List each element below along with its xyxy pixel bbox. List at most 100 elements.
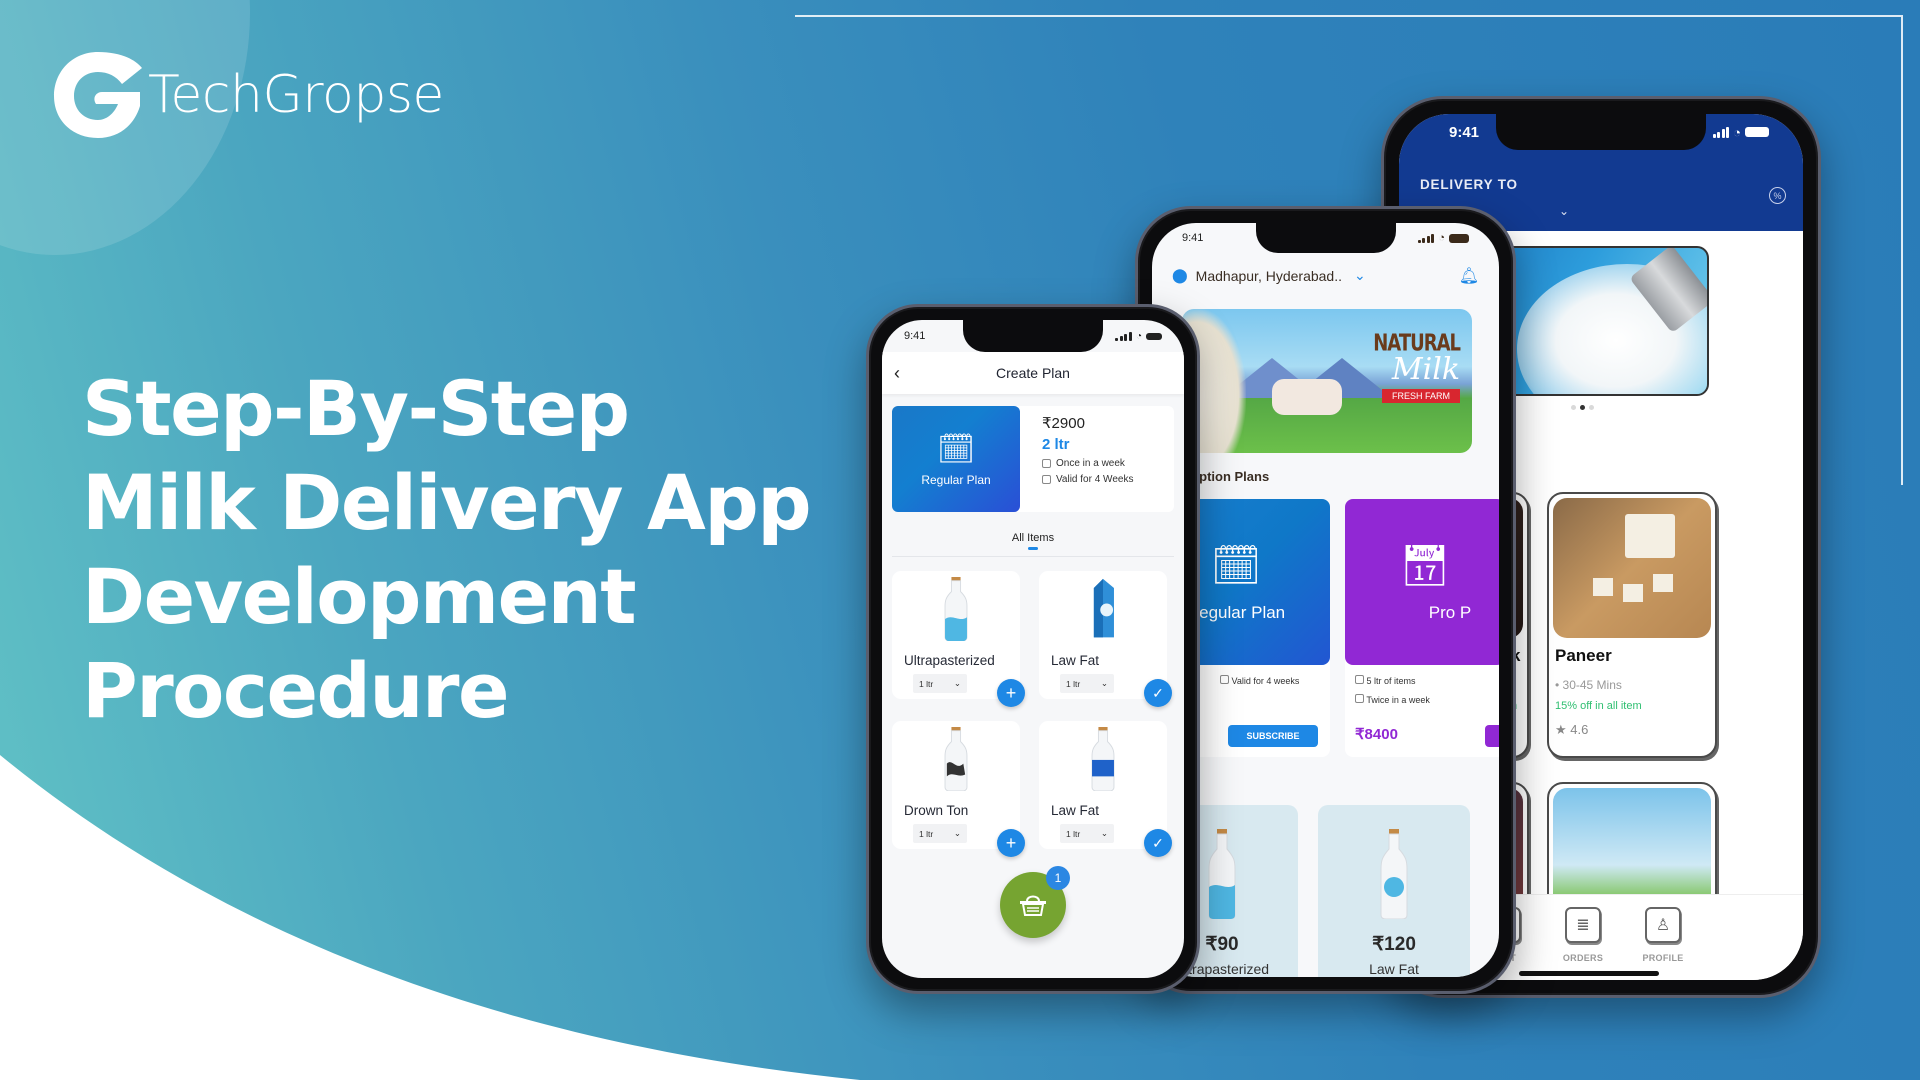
planner-icon: 🗓︎ bbox=[936, 432, 976, 466]
cart-count-badge: 1 bbox=[1046, 866, 1070, 890]
plan-frequency: Once in a week bbox=[1042, 458, 1133, 469]
wifi-icon: ◔ bbox=[1733, 124, 1741, 140]
milk-bottle-icon bbox=[944, 577, 968, 641]
rating-value: 4.6 bbox=[1570, 722, 1589, 737]
milk-bottle-icon bbox=[1091, 727, 1115, 791]
home-indicator bbox=[1519, 971, 1659, 976]
wifi-icon: ◔ bbox=[1438, 232, 1445, 244]
location-pin-icon: ⬤ bbox=[1172, 267, 1188, 283]
address-dropdown-chevron-icon[interactable]: ⌄ bbox=[1559, 204, 1569, 218]
banner-title: NATURAL bbox=[1373, 329, 1461, 358]
phone-notch bbox=[1255, 223, 1396, 253]
plan-name: Regular Plan bbox=[1186, 602, 1286, 622]
check-icon: ✓ bbox=[1152, 684, 1164, 701]
milk-bottle-icon bbox=[1208, 829, 1236, 919]
selected-plan-card[interactable]: 🗓︎ Regular Plan ₹2900 2 ltr Once in a we… bbox=[892, 406, 1174, 512]
subscribe-button[interactable]: SUBSCRIBE bbox=[1228, 725, 1318, 747]
plan-detail: Twice in a week bbox=[1355, 694, 1495, 705]
calendar-icon bbox=[1220, 675, 1229, 684]
nav-profile[interactable]: ♙ PROFILE bbox=[1633, 907, 1693, 963]
quantity-dropdown[interactable]: 1 ltr ⌄ bbox=[1060, 824, 1114, 843]
headline-line: Procedure bbox=[82, 646, 510, 735]
battery-icon bbox=[1745, 127, 1769, 137]
card-image-paneer bbox=[1553, 498, 1711, 638]
card-rating: ★ 4.6 bbox=[1555, 722, 1588, 738]
planner-icon: 🗓︎ bbox=[1210, 543, 1262, 588]
item-card[interactable]: Ultrapasterized 1 ltr ⌄ + bbox=[892, 571, 1025, 707]
card-delivery-time: • 30-45 Mins bbox=[1555, 678, 1622, 692]
signal-icon bbox=[1417, 233, 1435, 243]
phone-notch bbox=[1496, 114, 1706, 150]
item-selected-button[interactable]: ✓ bbox=[1144, 679, 1172, 707]
item-selected-button[interactable]: ✓ bbox=[1144, 829, 1172, 857]
star-icon: ★ bbox=[1555, 722, 1567, 737]
item-card[interactable]: Law Fat 1 ltr ⌄ ✓ bbox=[1039, 571, 1172, 707]
plan-card-pro[interactable]: 📅︎ Pro P 5 ltr of items Twice in a week … bbox=[1345, 499, 1499, 757]
phone-screen: 9:41 ◔ ⬤ Madhapur, Hyderabad.. ⌄ 🔔︎ NATU… bbox=[1152, 223, 1499, 977]
item-name: Law Fat bbox=[1051, 803, 1100, 818]
page-headline: Step-By-Step Milk Delivery App Developme… bbox=[82, 362, 812, 738]
orders-icon: ≣ bbox=[1565, 907, 1601, 943]
carousel-dot[interactable] bbox=[1589, 405, 1594, 410]
profile-icon: ♙ bbox=[1645, 907, 1681, 943]
category-card[interactable]: Paneer • 30-45 Mins 15% off in all item … bbox=[1547, 492, 1717, 758]
phone-notch bbox=[963, 320, 1103, 352]
cow-graphic bbox=[1272, 379, 1342, 415]
plus-icon: + bbox=[1005, 832, 1017, 853]
item-card[interactable]: Drown Ton 1 ltr ⌄ + bbox=[892, 721, 1025, 857]
quantity-dropdown[interactable]: 1 ltr ⌄ bbox=[913, 674, 967, 693]
battery-icon bbox=[1146, 332, 1162, 340]
check-icon: ✓ bbox=[1152, 834, 1164, 851]
product-price: ₹120 bbox=[1372, 934, 1416, 955]
chevron-down-icon[interactable]: ⌄ bbox=[1354, 267, 1366, 284]
plan-tile: 📅︎ Pro P bbox=[1345, 499, 1499, 665]
plan-validity: Valid for 4 weeks bbox=[1220, 675, 1299, 686]
phone-create-plan-screen: 9:41 ◔ ‹ Create Plan 🗓︎ Regular Plan ₹29… bbox=[866, 304, 1200, 994]
brand-logo[interactable]: TechGropse bbox=[52, 48, 444, 142]
milk-carton-icon bbox=[1093, 578, 1114, 638]
offer-badge-icon[interactable]: % bbox=[1769, 187, 1786, 204]
bag-icon bbox=[1355, 675, 1364, 684]
product-card[interactable]: ₹120 Law Fat bbox=[1318, 805, 1470, 977]
page-title: Create Plan bbox=[996, 365, 1070, 381]
location-selector[interactable]: ⬤ Madhapur, Hyderabad.. ⌄ 🔔︎ bbox=[1172, 266, 1479, 286]
item-card[interactable]: Law Fat 1 ltr ⌄ ✓ bbox=[1039, 721, 1172, 857]
chevron-down-icon: ⌄ bbox=[1100, 678, 1108, 688]
plan-name: Pro P bbox=[1428, 602, 1472, 622]
tab-all-items[interactable]: All Items bbox=[882, 532, 1184, 550]
chevron-down-icon: ⌄ bbox=[953, 828, 961, 838]
notification-bell-icon[interactable]: 🔔︎ bbox=[1459, 266, 1479, 286]
quantity-dropdown[interactable]: 1 ltr ⌄ bbox=[913, 824, 967, 843]
back-chevron-icon[interactable]: ‹ bbox=[894, 363, 900, 384]
calendar-check-icon bbox=[1042, 475, 1051, 484]
add-item-button[interactable]: + bbox=[997, 829, 1025, 857]
chevron-down-icon: ⌄ bbox=[1100, 828, 1108, 838]
cart-button[interactable]: 1 bbox=[1000, 866, 1070, 938]
card-offer: 15% off in all item bbox=[1555, 700, 1642, 712]
item-name: Law Fat bbox=[1051, 653, 1100, 668]
status-time: 9:41 bbox=[1182, 232, 1204, 244]
tab-active-indicator bbox=[1028, 547, 1038, 550]
carousel-dot[interactable] bbox=[1571, 405, 1576, 410]
subscribe-button[interactable] bbox=[1485, 725, 1499, 747]
headline-line: Step-By-Step bbox=[82, 364, 630, 453]
nav-label: ORDERS bbox=[1562, 953, 1604, 963]
divider bbox=[892, 556, 1174, 557]
plan-tile: 🗓︎ Regular Plan bbox=[892, 406, 1020, 512]
item-name: Drown Ton bbox=[904, 803, 969, 818]
status-time: 9:41 bbox=[1449, 123, 1480, 141]
calendar-icon bbox=[1042, 459, 1051, 468]
carousel-indicator[interactable] bbox=[1571, 405, 1594, 410]
nav-orders[interactable]: ≣ ORDERS bbox=[1553, 907, 1613, 963]
brand-name: TechGropse bbox=[148, 65, 444, 125]
plan-name: Regular Plan bbox=[921, 472, 991, 487]
carousel-dot-active[interactable] bbox=[1580, 405, 1585, 410]
headline-line: Development bbox=[82, 552, 637, 641]
quantity-dropdown[interactable]: 1 ltr ⌄ bbox=[1060, 674, 1114, 693]
plan-price: ₹8400 bbox=[1355, 726, 1398, 743]
phone-screen: 9:41 ◔ ‹ Create Plan 🗓︎ Regular Plan ₹29… bbox=[882, 320, 1184, 978]
add-item-button[interactable]: + bbox=[997, 679, 1025, 707]
status-time: 9:41 bbox=[904, 330, 926, 342]
card-name: Paneer bbox=[1555, 646, 1612, 665]
natural-milk-banner[interactable]: NATURAL Milk FRESH FARM bbox=[1182, 309, 1472, 453]
